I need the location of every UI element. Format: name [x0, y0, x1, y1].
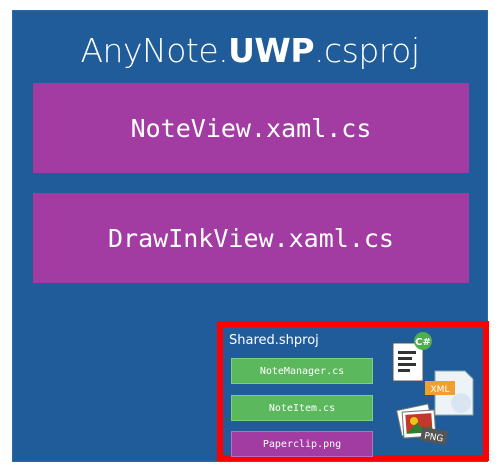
title-bold: UWP [228, 31, 315, 70]
csharp-badge-label: C# [415, 337, 431, 348]
title-suffix: .csproj [314, 31, 420, 70]
shared-file-paperclip: Paperclip.png [231, 431, 373, 457]
csharp-file-icon: C# [392, 332, 432, 382]
file-noteview: NoteView.xaml.cs [33, 83, 469, 173]
shared-project-highlight: Shared.shproj NoteManager.cs NoteItem.cs… [217, 321, 489, 461]
shared-file-label: NoteManager.cs [259, 365, 345, 377]
xml-file-icon: XML [425, 370, 474, 416]
file-label: NoteView.xaml.cs [130, 113, 372, 143]
file-label: DrawInkView.xaml.cs [108, 223, 394, 253]
png-badge-label: PNG [423, 431, 444, 444]
project-title: AnyNote.UWP.csproj [13, 31, 487, 70]
xml-badge-label: XML [431, 385, 450, 395]
file-types-illustration: C# XML PNG [392, 332, 474, 446]
shared-file-label: NoteItem.cs [268, 402, 336, 414]
shared-project-panel: Shared.shproj NoteManager.cs NoteItem.cs… [223, 327, 483, 457]
file-drawinkview: DrawInkView.xaml.cs [33, 193, 469, 283]
uwp-project-panel: AnyNote.UWP.csproj NoteView.xaml.cs Draw… [12, 10, 489, 462]
shared-project-title: Shared.shproj [229, 333, 319, 348]
shared-file-notemanager: NoteManager.cs [231, 358, 373, 384]
title-prefix: AnyNote. [80, 31, 229, 70]
shared-file-label: Paperclip.png [262, 438, 342, 450]
shared-file-noteitem: NoteItem.cs [231, 395, 373, 421]
